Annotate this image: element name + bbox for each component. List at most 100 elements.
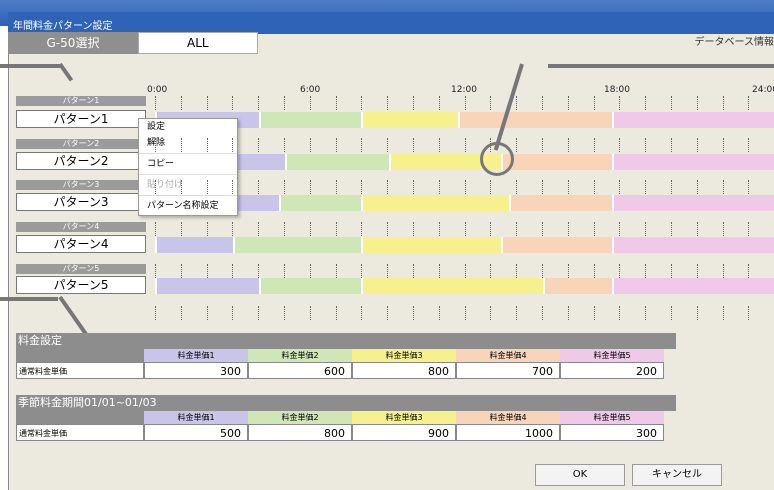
segment-rate-2[interactable] xyxy=(285,154,389,170)
pattern-4-tag: パターン4 xyxy=(16,222,146,232)
menu-item-copy[interactable]: コピー xyxy=(139,156,237,172)
timeline-gridline xyxy=(722,222,725,236)
segment-rate-5[interactable] xyxy=(612,237,774,253)
ok-button[interactable]: OK xyxy=(535,464,625,486)
timeline-gridline xyxy=(516,138,518,152)
selected-value[interactable]: ALL xyxy=(138,32,258,54)
timeline-gridline xyxy=(309,180,312,194)
timeline-gridline xyxy=(619,96,621,110)
segment-rate-2[interactable] xyxy=(279,195,361,211)
pattern-3-label[interactable]: パターン3 xyxy=(16,193,146,211)
timeline-gridline xyxy=(490,264,492,278)
timeline-gridline xyxy=(542,222,544,236)
menu-separator xyxy=(139,174,237,175)
timeline-gridline xyxy=(542,180,544,194)
timeline-gridline xyxy=(645,96,647,110)
timeline-gridline xyxy=(748,138,750,152)
timeline-gridline xyxy=(180,222,183,236)
timeline-gridline xyxy=(206,180,209,194)
segment-rate-5[interactable] xyxy=(612,154,774,170)
season-value-2[interactable]: 800 xyxy=(248,424,352,441)
timeline-gridline xyxy=(180,264,183,278)
timeline-gridline xyxy=(387,96,389,110)
timeline-gridline xyxy=(619,180,621,194)
timeline-gridline xyxy=(593,138,596,152)
pattern-4-label[interactable]: パターン4 xyxy=(16,235,146,253)
rate-header-4: 料金単価4 xyxy=(456,349,560,362)
timeline-gridline xyxy=(361,138,363,152)
segment-rate-1[interactable] xyxy=(155,278,259,294)
segment-rate-4[interactable] xyxy=(501,154,612,170)
timeline-gridline xyxy=(516,96,518,110)
timeline-gridline xyxy=(748,180,750,194)
season-value-3[interactable]: 900 xyxy=(352,424,456,441)
season-header-4: 料金単価4 xyxy=(456,411,560,424)
season-header-3: 料金単価3 xyxy=(352,411,456,424)
timeline-gridline xyxy=(284,180,286,194)
segment-rate-4[interactable] xyxy=(543,278,612,294)
segment-rate-3[interactable] xyxy=(361,237,501,253)
segment-rate-4[interactable] xyxy=(501,237,612,253)
timeline-gridline xyxy=(696,306,699,320)
timeline-gridline xyxy=(258,96,260,110)
timeline-gridline xyxy=(438,96,441,110)
pattern-1-timeline[interactable] xyxy=(155,112,774,128)
menu-separator xyxy=(139,153,237,154)
timeline-gridline xyxy=(542,138,544,152)
timeline-gridline xyxy=(413,222,415,236)
timeline-gridline xyxy=(361,306,363,320)
segment-rate-4[interactable] xyxy=(458,112,612,128)
pattern-2-timeline[interactable] xyxy=(155,154,774,170)
g50-selector[interactable]: G-50選択 xyxy=(8,32,138,54)
timeline-gridline xyxy=(645,138,647,152)
season-setting-title: 季節料金期間01/01~01/03 xyxy=(16,395,676,411)
timeline-gridline xyxy=(619,306,621,320)
pattern-3-timeline[interactable] xyxy=(155,195,774,211)
rate-value-4[interactable]: 700 xyxy=(456,362,560,379)
segment-rate-2[interactable] xyxy=(259,278,361,294)
pattern-2-label[interactable]: パターン2 xyxy=(16,152,146,170)
season-value-1[interactable]: 500 xyxy=(144,424,248,441)
menu-item-set[interactable]: 設定 xyxy=(139,119,237,135)
menu-separator xyxy=(139,195,237,196)
timeline-gridline xyxy=(361,264,363,278)
timeline-gridline xyxy=(671,222,673,236)
pattern-1-label[interactable]: パターン1 xyxy=(16,110,146,128)
timeline-gridline xyxy=(387,306,389,320)
timeline-gridline xyxy=(567,138,570,152)
context-menu[interactable]: 設定 解除 コピー 貼り付け パターン名称設定 xyxy=(138,118,238,216)
rate-value-2[interactable]: 600 xyxy=(248,362,352,379)
window-header: 年間料金パターン設定 xyxy=(8,12,774,34)
pattern-5-label[interactable]: パターン5 xyxy=(16,276,146,294)
timeline-gridline xyxy=(335,306,338,320)
segment-rate-2[interactable] xyxy=(259,112,361,128)
rate-value-5[interactable]: 200 xyxy=(560,362,664,379)
segment-rate-3[interactable] xyxy=(361,278,543,294)
timeline-gridline xyxy=(413,264,415,278)
timeline-gridline xyxy=(335,138,338,152)
timeline-gridline xyxy=(232,306,234,320)
timeline-gridline xyxy=(413,306,415,320)
segment-rate-5[interactable] xyxy=(612,112,774,128)
rate-header-1: 料金単価1 xyxy=(144,349,248,362)
time-tick-18: 18:00 xyxy=(604,85,630,95)
segment-rate-5[interactable] xyxy=(612,278,774,294)
pattern-5-timeline[interactable] xyxy=(155,278,774,294)
rate-value-1[interactable]: 300 xyxy=(144,362,248,379)
season-value-4[interactable]: 1000 xyxy=(456,424,560,441)
cancel-button[interactable]: キャンセル xyxy=(632,464,722,486)
timeline-gridline xyxy=(361,180,363,194)
pattern-4-timeline[interactable] xyxy=(155,237,774,253)
segment-rate-3[interactable] xyxy=(361,112,458,128)
segment-rate-5[interactable] xyxy=(612,195,774,211)
menu-item-rename[interactable]: パターン名称設定 xyxy=(139,198,237,214)
season-value-5[interactable]: 300 xyxy=(560,424,664,441)
segment-rate-4[interactable] xyxy=(509,195,612,211)
segment-rate-3[interactable] xyxy=(361,195,509,211)
rate-value-3[interactable]: 800 xyxy=(352,362,456,379)
menu-item-clear[interactable]: 解除 xyxy=(139,135,237,151)
segment-rate-2[interactable] xyxy=(233,237,361,253)
callout-line xyxy=(0,297,58,301)
segment-rate-1[interactable] xyxy=(155,237,233,253)
timeline-gridline xyxy=(567,180,570,194)
